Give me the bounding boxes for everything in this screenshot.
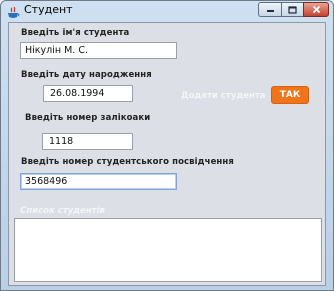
birthdate-input[interactable]: 26.08.1994 (43, 85, 133, 102)
maximize-button[interactable] (281, 2, 303, 17)
form-panel: Введіть ім'я студента Нікулін М. С. Введ… (8, 22, 326, 286)
student-id-input[interactable]: 3568496 (20, 173, 177, 190)
students-list-caption: Список студентів (20, 206, 105, 216)
record-book-label: Введіть номер залікоаки (25, 113, 151, 123)
close-button[interactable] (303, 2, 329, 17)
minimize-icon (266, 9, 274, 12)
close-icon (312, 5, 320, 14)
name-label: Введіть ім'я студента (21, 28, 130, 38)
student-window: Студент Введіть ім'я студента Нікулін М.… (0, 0, 334, 291)
maximize-icon (288, 5, 297, 14)
ok-button[interactable]: ТАК (271, 86, 309, 104)
minimize-button[interactable] (258, 2, 281, 17)
student-id-label: Введіть номер студентського посвідчення (21, 157, 234, 167)
record-book-input[interactable]: 1118 (42, 133, 133, 150)
add-student-label: Додати студента (181, 91, 266, 101)
window-title: Студент (24, 3, 73, 16)
title-bar[interactable]: Студент (1, 1, 333, 21)
birthdate-label: Введіть дату народження (21, 70, 152, 80)
students-list[interactable] (14, 218, 322, 282)
java-app-icon (7, 4, 20, 18)
name-input[interactable]: Нікулін М. С. (20, 42, 177, 59)
